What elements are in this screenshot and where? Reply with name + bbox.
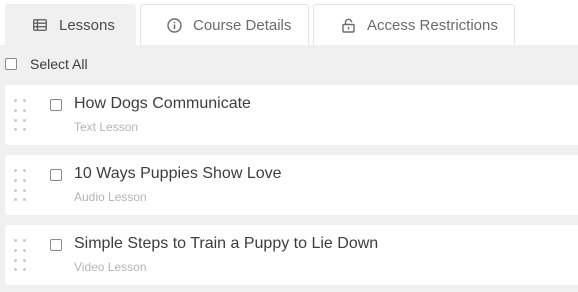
lesson-type: Text Lesson bbox=[74, 120, 139, 134]
lesson-title[interactable]: How Dogs Communicate bbox=[74, 95, 251, 113]
select-all-checkbox[interactable] bbox=[5, 58, 17, 70]
select-all-label: Select All bbox=[30, 56, 88, 72]
lesson-checkbox[interactable] bbox=[50, 239, 62, 251]
lesson-type: Video Lesson bbox=[74, 260, 147, 274]
lesson-item[interactable]: How Dogs Communicate Text Lesson bbox=[5, 85, 578, 145]
select-all: Select All bbox=[5, 56, 88, 72]
table-icon bbox=[32, 17, 48, 33]
tab-course-details[interactable]: Course Details bbox=[140, 4, 309, 45]
tab-bar: Lessons Course Details Access Restrictio… bbox=[0, 0, 578, 45]
lesson-item[interactable]: 10 Ways Puppies Show Love Audio Lesson bbox=[5, 155, 578, 215]
course-editor: Lessons Course Details Access Restrictio… bbox=[0, 0, 578, 292]
tab-access-restrictions-label: Access Restrictions bbox=[367, 16, 498, 34]
lesson-title[interactable]: Simple Steps to Train a Puppy to Lie Dow… bbox=[74, 235, 378, 253]
tab-lessons[interactable]: Lessons bbox=[5, 4, 136, 45]
lock-icon bbox=[340, 17, 356, 33]
lesson-title[interactable]: 10 Ways Puppies Show Love bbox=[74, 165, 282, 183]
drag-handle-icon[interactable] bbox=[14, 239, 28, 271]
tab-access-restrictions[interactable]: Access Restrictions bbox=[313, 4, 515, 45]
tab-course-details-label: Course Details bbox=[193, 16, 292, 34]
info-circle-icon bbox=[166, 17, 182, 33]
lesson-type: Audio Lesson bbox=[74, 190, 147, 204]
lesson-item[interactable]: Simple Steps to Train a Puppy to Lie Dow… bbox=[5, 225, 578, 285]
lessons-panel: Select All How Dogs Communicate Text Les… bbox=[0, 45, 578, 292]
lesson-checkbox[interactable] bbox=[50, 99, 62, 111]
tab-lessons-label: Lessons bbox=[59, 16, 115, 34]
drag-handle-icon[interactable] bbox=[14, 99, 28, 131]
lesson-checkbox[interactable] bbox=[50, 169, 62, 181]
drag-handle-icon[interactable] bbox=[14, 169, 28, 201]
